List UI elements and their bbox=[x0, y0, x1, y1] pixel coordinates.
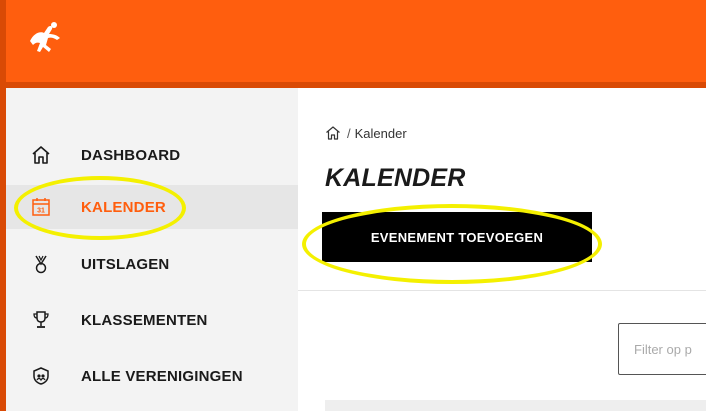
calendar-icon-number: 31 bbox=[37, 208, 45, 215]
sidebar-item-label: ALLE VERENIGINGEN bbox=[81, 367, 243, 385]
sidebar-item-klassementen[interactable]: KLASSEMENTEN bbox=[6, 298, 298, 342]
breadcrumb-separator: / bbox=[347, 125, 351, 141]
sidebar-item-dashboard[interactable]: DASHBOARD bbox=[6, 133, 298, 177]
trophy-icon bbox=[30, 309, 52, 331]
breadcrumb-current: Kalender bbox=[354, 125, 407, 141]
breadcrumb: / Kalender bbox=[325, 125, 407, 141]
sidebar-item-label: UITSLAGEN bbox=[81, 255, 170, 273]
sidebar-item-alle-verenigingen[interactable]: ALLE VERENIGINGEN bbox=[6, 354, 298, 398]
header-divider bbox=[298, 82, 706, 88]
sidebar-item-label: DASHBOARD bbox=[81, 146, 181, 164]
sidebar-item-label: KLASSEMENTEN bbox=[81, 311, 208, 329]
home-icon[interactable] bbox=[325, 125, 341, 141]
sidebar-item-label: KALENDER bbox=[81, 198, 166, 216]
sidebar-item-uitslagen[interactable]: UITSLAGEN bbox=[6, 242, 298, 286]
home-icon bbox=[30, 144, 52, 166]
top-bar bbox=[0, 0, 706, 82]
calendar-icon: 31 bbox=[30, 196, 52, 218]
medal-icon bbox=[30, 253, 52, 275]
shield-icon bbox=[30, 365, 52, 387]
athlete-logo-icon[interactable] bbox=[24, 21, 64, 55]
sidebar-item-kalender[interactable]: 31 KALENDER bbox=[6, 185, 298, 229]
content-divider bbox=[298, 290, 706, 291]
filter-input[interactable] bbox=[618, 323, 706, 375]
page-title: KALENDER bbox=[325, 164, 466, 192]
table-header-strip bbox=[325, 400, 706, 411]
add-event-button[interactable]: EVENEMENT TOEVOEGEN bbox=[322, 212, 592, 262]
